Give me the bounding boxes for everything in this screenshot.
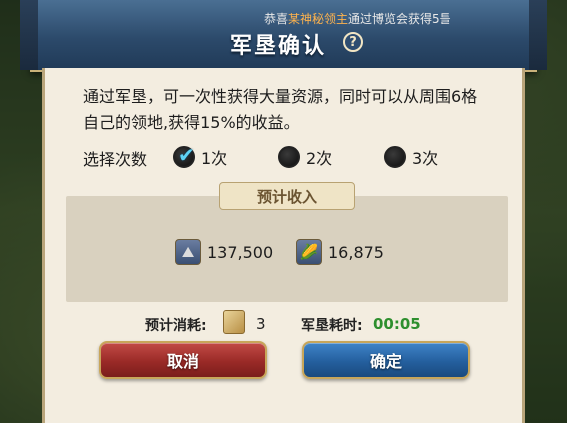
corn-icon: 🌽 [296,239,322,265]
cost-value: 3 [256,315,266,333]
cost-label: 预计消耗: [145,318,207,334]
option-1[interactable]: 1次 [173,143,228,170]
scroll-icon [223,310,245,334]
dialog-panel: 通过军垦，可一次性获得大量资源，同时可以从周围6格自己的领地,获得15%的收益。… [42,68,525,423]
ticker-highlight: 某神秘领主 [288,12,349,26]
ticker-prefix: 恭喜 [264,12,289,26]
income-box [66,196,508,302]
time-label: 军垦耗时: [301,318,363,334]
ticker-suffix: 通过博览会获得5틀 [348,12,451,26]
confirm-button[interactable]: 确定 [302,341,470,379]
resource-corn: 🌽 16,875 [296,238,384,266]
time-value: 00:05 [373,315,421,333]
radio-icon[interactable] [384,146,406,168]
option-label: 3次 [412,149,439,168]
radio-icon[interactable] [278,146,300,168]
cancel-button[interactable]: 取消 [99,341,267,379]
option-2[interactable]: 2次 [278,144,332,170]
dialog-title: 军垦确认 [230,34,327,59]
header-ornament-right [529,0,547,70]
stone-icon: ⛰ [175,239,201,265]
option-label: 2次 [306,149,333,168]
stone-value: 137,500 [207,242,274,262]
radio-checked-icon[interactable] [173,143,195,168]
option-3[interactable]: 3次 [384,144,438,170]
corn-value: 16,875 [328,242,384,262]
resource-stone: ⛰ 137,500 [175,238,273,266]
header-ornament-left [20,0,38,70]
option-label: 1次 [201,149,228,168]
times-label: 选择次数 [83,150,148,169]
broadcast-ticker: 恭喜某神秘领主通过博览会获得5틀 [264,10,474,28]
help-icon[interactable]: ? [343,32,363,52]
income-tag: 预计收入 [219,182,355,210]
dialog-description: 通过军垦，可一次性获得大量资源，同时可以从周围6格自己的领地,获得15%的收益。 [83,87,478,132]
